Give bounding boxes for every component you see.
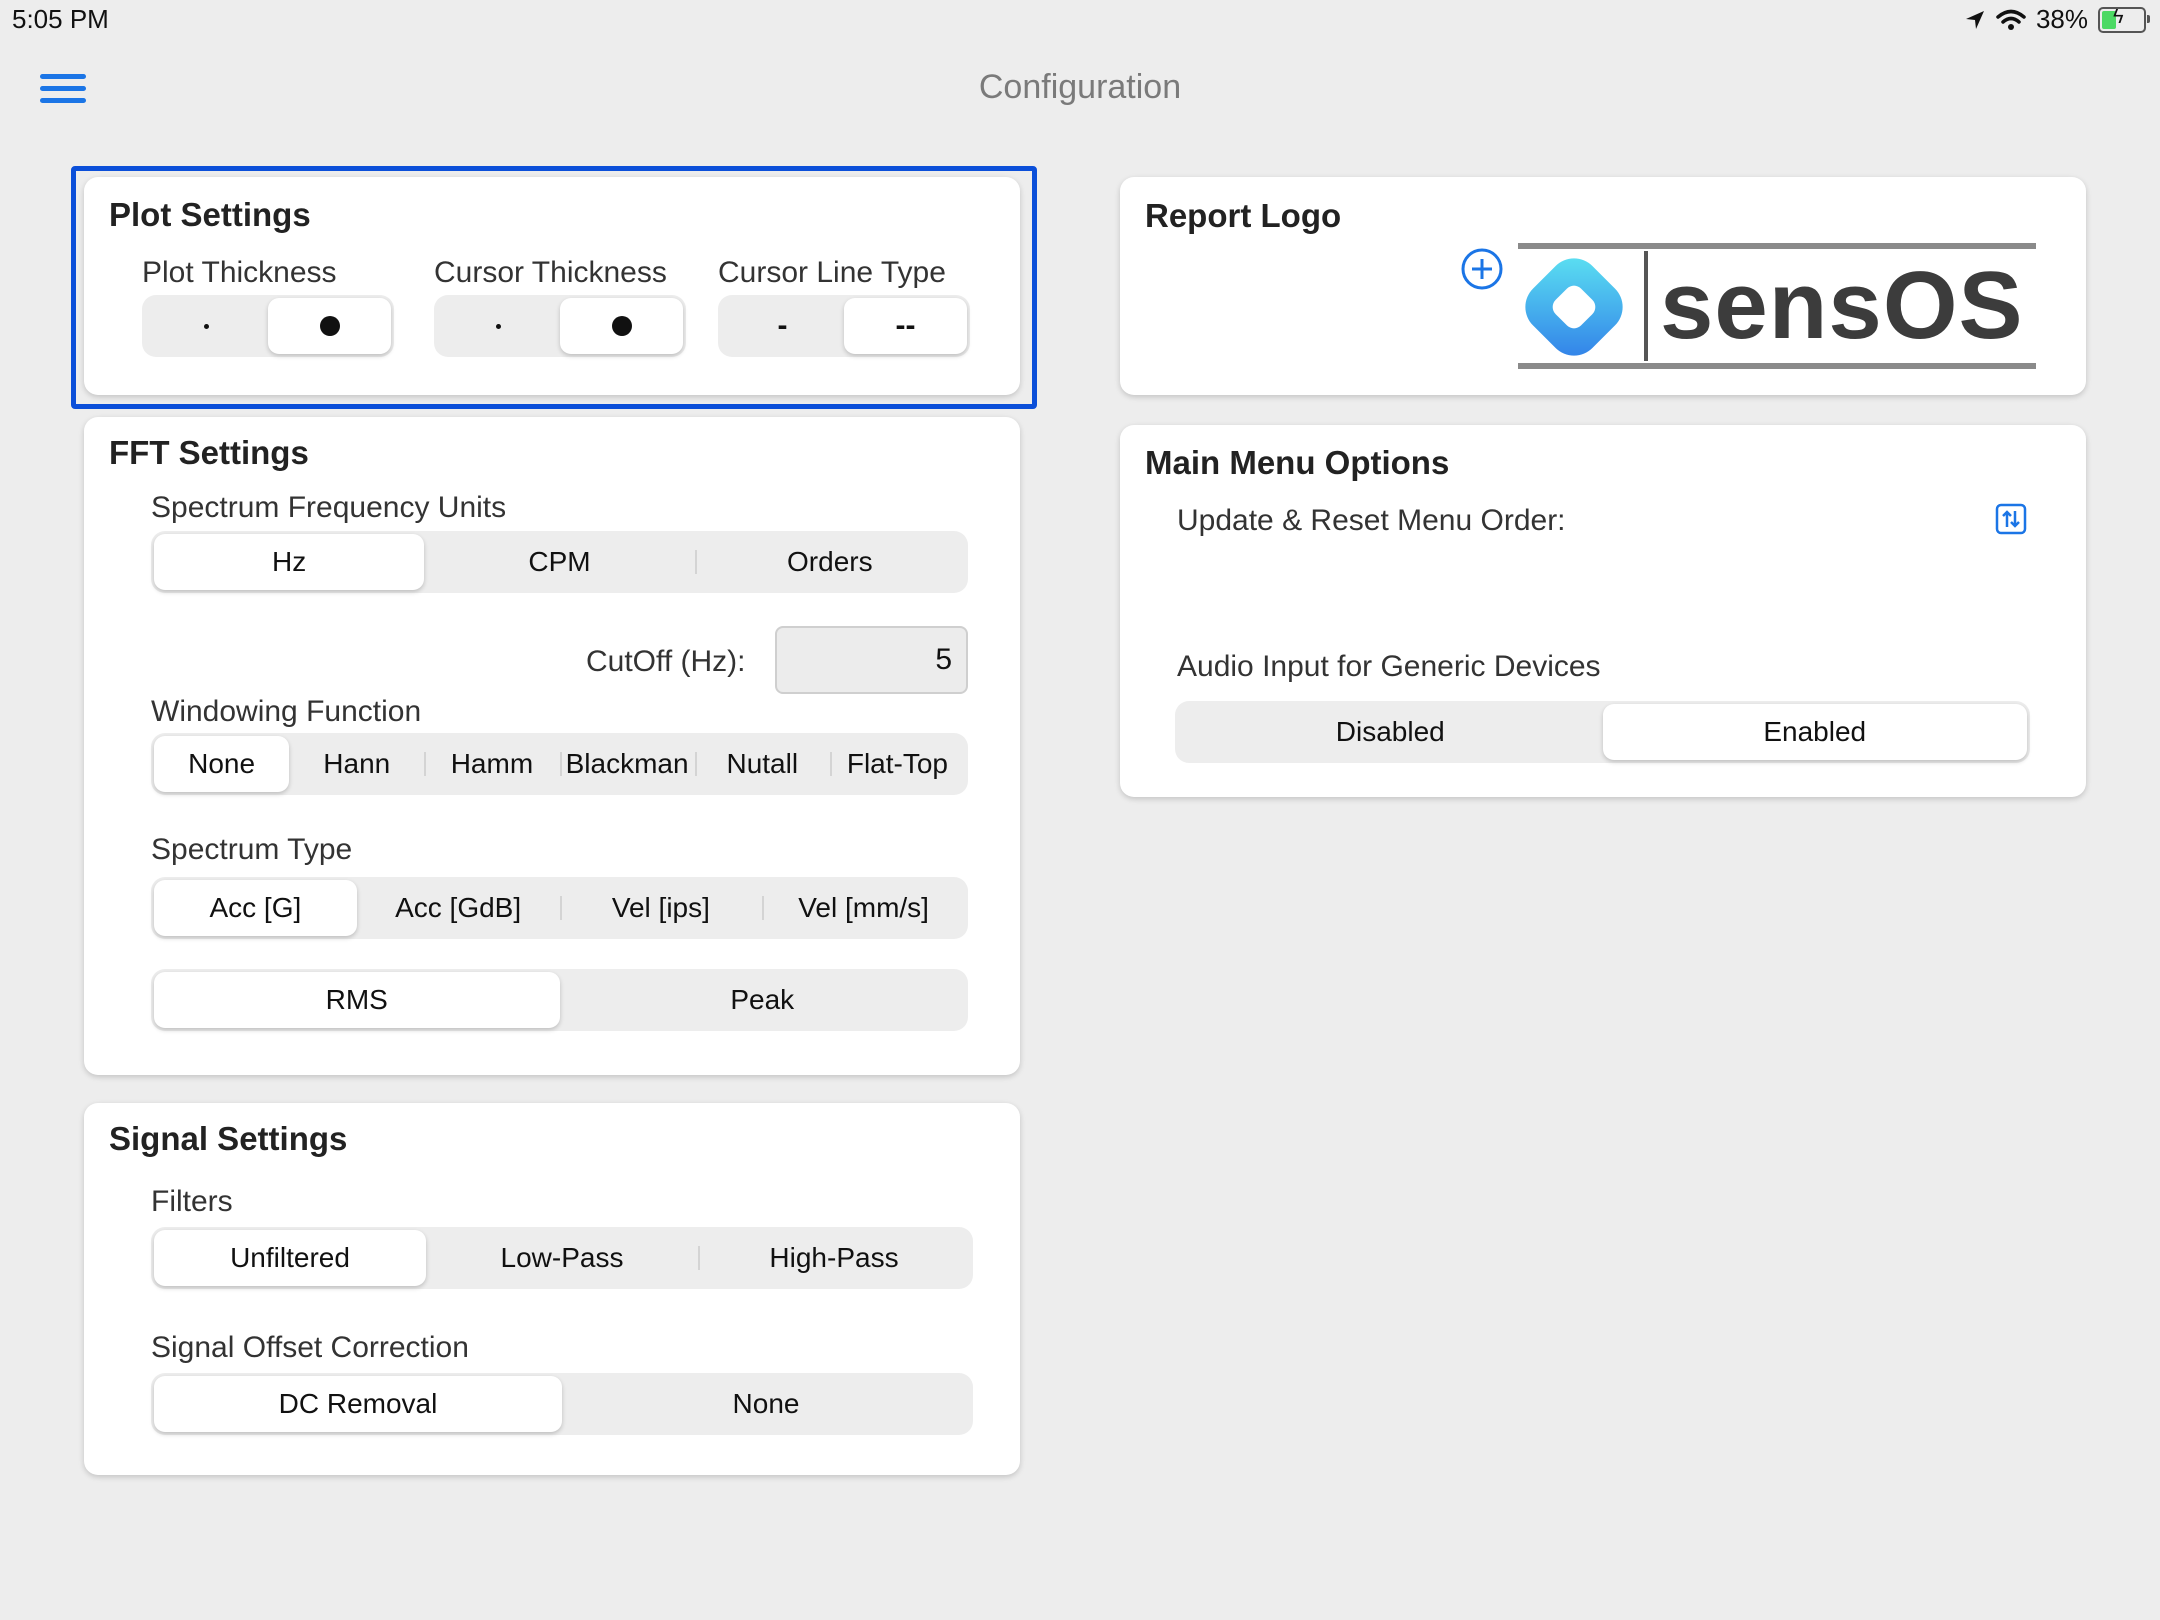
main-menu-options-title: Main Menu Options [1145,444,1450,481]
location-icon [1965,10,1984,29]
audio-input-enabled[interactable]: Enabled [1602,704,2027,760]
signal-offset-correction-label: Signal Offset Correction [151,1331,469,1364]
amplitude-control: RMS Peak [151,969,968,1031]
large-dot-icon [611,316,632,336]
spectrum-type-label: Spectrum Type [151,833,353,866]
cursor-thickness-control [434,295,686,357]
filter-high-pass[interactable]: High-Pass [698,1230,970,1286]
spectrum-acc-gdb[interactable]: Acc [GdB] [357,880,560,936]
amplitude-rms[interactable]: RMS [154,972,560,1028]
cursor-thickness-label: Cursor Thickness [434,256,667,289]
spectrum-vel-ips[interactable]: Vel [ips] [559,880,763,936]
plot-settings-title: Plot Settings [109,196,311,233]
filters-control: Unfiltered Low-Pass High-Pass [151,1227,973,1289]
window-hamm[interactable]: Hamm [424,736,559,792]
signal-settings-title: Signal Settings [109,1120,348,1157]
window-flat-top[interactable]: Flat-Top [829,736,965,792]
cursor-thickness-small[interactable] [437,298,560,354]
cutoff-label: CutOff (Hz): [586,645,746,678]
freq-unit-hz[interactable]: Hz [154,534,425,590]
cursor-line-solid[interactable]: - [721,298,844,354]
cursor-line-type-control: - -- [718,295,970,357]
battery-icon: ϟ [2098,6,2150,33]
filter-unfiltered[interactable]: Unfiltered [154,1230,426,1286]
logo-text: sensOS [1660,252,2024,359]
offset-dc-removal[interactable]: DC Removal [154,1376,562,1432]
windowing-function-control: None Hann Hamm Blackman Nutall Flat-Top [151,733,968,795]
window-none[interactable]: None [154,736,290,792]
window-blackman[interactable]: Blackman [559,736,695,792]
plot-thickness-small[interactable] [145,298,268,354]
plot-thickness-label: Plot Thickness [142,256,337,289]
page-title: Configuration [978,68,1182,106]
filters-label: Filters [151,1185,233,1218]
cutoff-input[interactable] [775,626,968,694]
cursor-line-dashed[interactable]: -- [844,298,967,354]
audio-input-control: Disabled Enabled [1175,701,2030,763]
freq-unit-orders[interactable]: Orders [694,534,965,590]
window-nutall[interactable]: Nutall [694,736,830,792]
spectrum-frequency-units-control: Hz CPM Orders [151,531,968,593]
plot-thickness-control [142,295,394,357]
filter-low-pass[interactable]: Low-Pass [426,1230,698,1286]
spectrum-vel-mms[interactable]: Vel [mm/s] [762,880,965,936]
wifi-icon [1996,9,2026,30]
freq-unit-cpm[interactable]: CPM [424,534,694,590]
status-time: 5:05 PM [12,4,109,34]
large-dot-icon [319,316,340,336]
windowing-function-label: Windowing Function [151,695,422,728]
report-logo-image[interactable]: sensOS [1518,243,2036,369]
small-dot-icon [204,323,209,329]
spectrum-acc-g[interactable]: Acc [G] [154,880,357,936]
reorder-icon[interactable] [1995,503,2027,535]
small-dot-icon [496,323,501,329]
status-indicators: 38% ϟ [1964,4,2150,35]
spectrum-type-control: Acc [G] Acc [GdB] Vel [ips] Vel [mm/s] [151,877,968,939]
offset-none[interactable]: None [562,1376,970,1432]
fft-settings-title: FFT Settings [109,434,309,471]
window-hann[interactable]: Hann [289,736,424,792]
reorder-menu-label: Update & Reset Menu Order: [1177,504,1566,537]
audio-input-disabled[interactable]: Disabled [1178,704,1603,760]
plot-thickness-large[interactable] [268,298,391,354]
offset-correction-control: DC Removal None [151,1373,973,1435]
spectrum-frequency-units-label: Spectrum Frequency Units [151,491,507,524]
plus-circle-icon[interactable] [1460,247,1504,291]
audio-input-label: Audio Input for Generic Devices [1177,650,1601,683]
report-logo-title: Report Logo [1145,197,1342,234]
cursor-thickness-large[interactable] [560,298,683,354]
battery-percent: 38% [2035,4,2088,34]
amplitude-peak[interactable]: Peak [560,972,966,1028]
sensos-logo-mark [1525,258,1623,356]
cursor-line-type-label: Cursor Line Type [718,256,946,289]
